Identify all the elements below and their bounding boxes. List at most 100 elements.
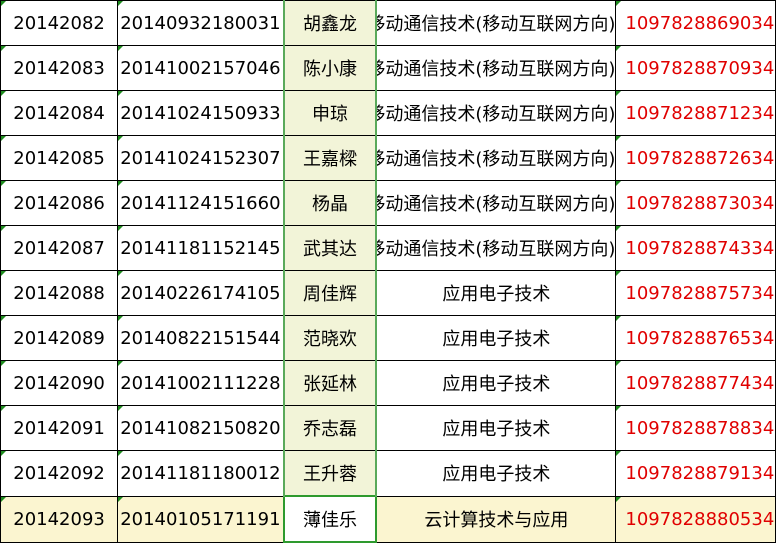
cell-exam-number[interactable]: 20140932180031 <box>117 0 285 46</box>
cell-major[interactable]: 应用电子技术 <box>375 360 617 406</box>
error-marker-icon <box>118 361 124 366</box>
cell-student-id[interactable]: 20142082 <box>0 0 119 46</box>
cell-phone-text: 1097828876534 <box>625 327 775 349</box>
cell-phone[interactable]: 1097828872634 <box>615 135 776 181</box>
cell-phone[interactable]: 1097828878834 <box>615 405 776 451</box>
cell-exam-number[interactable]: 20141024152307 <box>117 135 285 181</box>
cell-exam-number-text: 20141082150820 <box>120 417 281 439</box>
cell-phone[interactable]: 1097828876534 <box>615 315 776 361</box>
cell-exam-number[interactable]: 20140105171191 <box>117 495 285 543</box>
cell-name[interactable]: 申琼 <box>282 90 378 136</box>
cell-student-id[interactable]: 20142088 <box>0 270 119 316</box>
cell-phone-text: 1097828871234 <box>625 102 775 124</box>
table-row[interactable]: 20142090 20141002111228 张延林 应用电子技术 109782887… <box>0 360 776 406</box>
cell-name[interactable]: 乔志磊 <box>282 405 378 451</box>
cell-name[interactable]: 王升蓉 <box>282 450 378 497</box>
cell-student-id[interactable]: 20142087 <box>0 225 119 271</box>
cell-student-id[interactable]: 20142084 <box>0 90 119 136</box>
cell-exam-number-text: 20141002157046 <box>120 57 281 79</box>
cell-major-text: 应用电子技术 <box>442 329 551 350</box>
cell-major[interactable]: 移动通信技术(移动互联网方向) <box>375 180 617 226</box>
cell-name[interactable]: 王嘉樑 <box>282 135 378 181</box>
error-marker-icon <box>1 181 6 186</box>
cell-student-id[interactable]: 20142083 <box>0 45 119 91</box>
cell-phone[interactable]: 1097828879134 <box>615 450 776 497</box>
cell-name[interactable]: 胡鑫龙 <box>282 0 378 46</box>
cell-name[interactable]: 武其达 <box>282 225 378 271</box>
cell-phone[interactable]: 1097828871234 <box>615 90 776 136</box>
cell-student-id-text: 20142092 <box>13 462 105 484</box>
table-row[interactable]: 20142091 20141082150820 乔志磊 应用电子技术 109782887… <box>0 405 776 451</box>
cell-student-id[interactable]: 20142086 <box>0 180 119 226</box>
cell-exam-number[interactable]: 20141181152145 <box>117 225 285 271</box>
cell-major[interactable]: 应用电子技术 <box>375 450 617 497</box>
cell-name[interactable]: 薄佳乐 <box>282 495 378 543</box>
cell-major-text: 移动通信技术(移动互联网方向) <box>376 14 616 35</box>
table-row[interactable]: 20142083 20141002157046 陈小康 移动通信技术(移动互联网方向)… <box>0 45 776 91</box>
cell-exam-number-text: 20141181180012 <box>120 462 281 484</box>
cell-phone[interactable]: 1097828877434 <box>615 360 776 406</box>
table-row[interactable]: 20142084 20141024150933 申琼 移动通信技术(移动互联网方向) 1… <box>0 90 776 136</box>
cell-phone[interactable]: 1097828880534 <box>615 495 776 543</box>
cell-student-id[interactable]: 20142090 <box>0 360 119 406</box>
cell-name[interactable]: 杨晶 <box>282 180 378 226</box>
table-row[interactable]: 20142089 20140822151544 范晓欢 应用电子技术 109782887… <box>0 315 776 361</box>
cell-student-id-text: 20142091 <box>13 417 105 439</box>
cell-exam-number[interactable]: 20140822151544 <box>117 315 285 361</box>
cell-exam-number[interactable]: 20140226174105 <box>117 270 285 316</box>
cell-phone[interactable]: 1097828874334 <box>615 225 776 271</box>
cell-exam-number[interactable]: 20141181180012 <box>117 450 285 497</box>
cell-student-id[interactable]: 20142091 <box>0 405 119 451</box>
error-marker-icon <box>118 46 124 51</box>
cell-major[interactable]: 应用电子技术 <box>375 270 617 316</box>
cell-name[interactable]: 周佳辉 <box>282 270 378 316</box>
table-row[interactable]: 20142082 20140932180031 胡鑫龙 移动通信技术(移动互联网方向)… <box>0 0 776 46</box>
error-marker-icon <box>118 406 124 411</box>
cell-name[interactable]: 张延林 <box>282 360 378 406</box>
cell-major[interactable]: 移动通信技术(移动互联网方向) <box>375 225 617 271</box>
error-marker-icon <box>616 1 622 6</box>
student-table: 20142082 20140932180031 胡鑫龙 移动通信技术(移动互联网方向)… <box>0 0 776 543</box>
cell-exam-number[interactable]: 20141082150820 <box>117 405 285 451</box>
table-row[interactable]: 20142093 20140105171191 薄佳乐 云计算技术与应用 1097828… <box>0 495 776 543</box>
cell-major[interactable]: 移动通信技术(移动互联网方向) <box>375 90 617 136</box>
cell-name-text: 乔志磊 <box>302 419 357 440</box>
error-marker-icon <box>1 361 6 366</box>
cell-major[interactable]: 移动通信技术(移动互联网方向) <box>375 45 617 91</box>
cell-exam-number[interactable]: 20141024150933 <box>117 90 285 136</box>
cell-major-text: 移动通信技术(移动互联网方向) <box>376 149 616 170</box>
cell-exam-number[interactable]: 20141124151660 <box>117 180 285 226</box>
cell-phone[interactable]: 1097828873034 <box>615 180 776 226</box>
error-marker-icon <box>616 226 622 231</box>
cell-exam-number[interactable]: 20141002157046 <box>117 45 285 91</box>
table-row[interactable]: 20142087 20141181152145 武其达 移动通信技术(移动互联网方向)… <box>0 225 776 271</box>
error-marker-icon <box>118 1 124 6</box>
table-row[interactable]: 20142092 20141181180012 王升蓉 应用电子技术 109782887… <box>0 450 776 497</box>
table-row[interactable]: 20142088 20140226174105 周佳辉 应用电子技术 109782887… <box>0 270 776 316</box>
cell-major[interactable]: 应用电子技术 <box>375 315 617 361</box>
cell-student-id[interactable]: 20142093 <box>0 495 119 543</box>
error-marker-icon <box>118 497 124 502</box>
table-row[interactable]: 20142085 20141024152307 王嘉樑 移动通信技术(移动互联网方向)… <box>0 135 776 181</box>
cell-student-id[interactable]: 20142085 <box>0 135 119 181</box>
cell-major[interactable]: 云计算技术与应用 <box>375 495 617 543</box>
cell-phone[interactable]: 1097828870934 <box>615 45 776 91</box>
cell-name[interactable]: 陈小康 <box>282 45 378 91</box>
cell-major[interactable]: 移动通信技术(移动互联网方向) <box>375 135 617 181</box>
cell-phone[interactable]: 1097828875734 <box>615 270 776 316</box>
cell-exam-number[interactable]: 20141002111228 <box>117 360 285 406</box>
error-marker-icon <box>118 136 124 141</box>
table-row[interactable]: 20142086 20141124151660 杨晶 移动通信技术(移动互联网方向) 1… <box>0 180 776 226</box>
error-marker-icon <box>118 181 124 186</box>
cell-major[interactable]: 移动通信技术(移动互联网方向) <box>375 0 617 46</box>
cell-student-id[interactable]: 20142092 <box>0 450 119 497</box>
error-marker-icon <box>616 271 622 276</box>
cell-student-id[interactable]: 20142089 <box>0 315 119 361</box>
cell-name-text: 薄佳乐 <box>302 510 357 531</box>
cell-major-text: 应用电子技术 <box>442 284 551 305</box>
cell-phone[interactable]: 1097828869034 <box>615 0 776 46</box>
cell-student-id-text: 20142084 <box>13 102 105 124</box>
cell-major[interactable]: 应用电子技术 <box>375 405 617 451</box>
cell-name[interactable]: 范晓欢 <box>282 315 378 361</box>
cell-student-id-text: 20142087 <box>13 237 105 259</box>
